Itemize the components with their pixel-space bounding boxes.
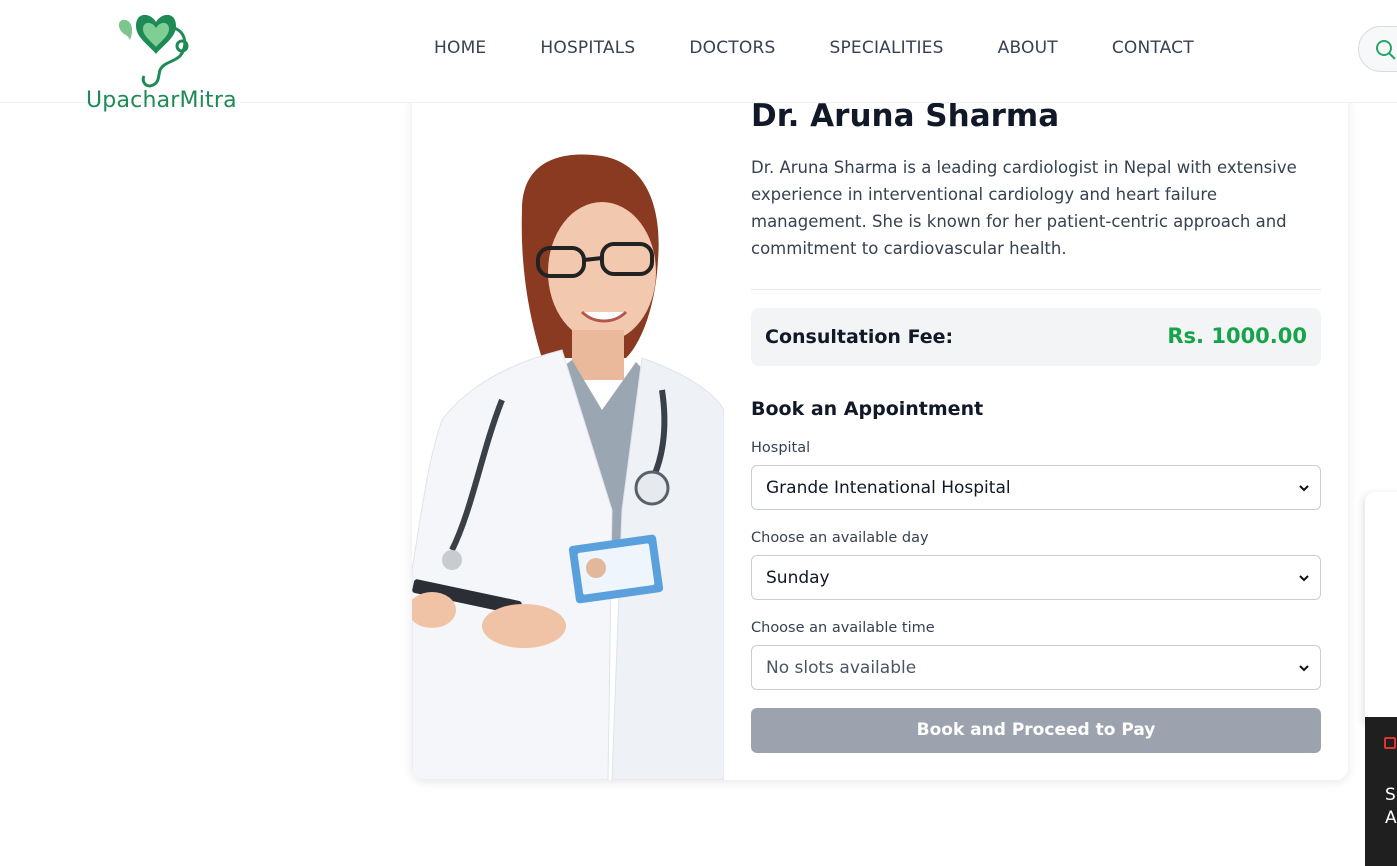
nav-contact[interactable]: CONTACT: [1112, 38, 1194, 58]
doctor-detail-card: Dr. Aruna Sharma Dr. Aruna Sharma is a l…: [412, 90, 1348, 780]
nav-hospitals[interactable]: HOSPITALS: [540, 38, 635, 58]
nav-home[interactable]: HOME: [434, 38, 486, 58]
side-chat-widget[interactable]: [1365, 492, 1397, 722]
search-button[interactable]: [1358, 26, 1397, 72]
day-select-value: Sunday: [766, 568, 830, 588]
nav-specialities[interactable]: SPECIALITIES: [829, 38, 943, 58]
fee-value: Rs. 1000.00: [1167, 324, 1307, 348]
chevron-down-icon: [1299, 665, 1309, 672]
side-notification-panel[interactable]: S A: [1365, 717, 1397, 866]
side-text-line2: A: [1385, 808, 1397, 828]
nav-about[interactable]: ABOUT: [998, 38, 1058, 58]
hospital-select-value: Grande Intenational Hospital: [766, 478, 1011, 498]
side-text-line1: S: [1385, 785, 1396, 805]
doctor-portrait-image: [412, 90, 725, 780]
fee-label: Consultation Fee:: [765, 326, 954, 348]
site-header: UpacharMitra HOME HOSPITALS DOCTORS SPEC…: [0, 0, 1397, 113]
hospital-label: Hospital: [751, 440, 811, 456]
chevron-down-icon: [1299, 485, 1309, 492]
search-icon: [1376, 40, 1396, 60]
divider: [751, 289, 1321, 290]
time-select[interactable]: No slots available: [751, 645, 1321, 690]
time-select-value: No slots available: [766, 658, 917, 678]
calendar-icon: [1384, 737, 1396, 749]
book-and-pay-button[interactable]: Book and Proceed to Pay: [751, 708, 1321, 753]
time-label: Choose an available time: [751, 620, 935, 636]
doctor-name: Dr. Aruna Sharma: [751, 98, 1060, 134]
day-label: Choose an available day: [751, 530, 929, 546]
chevron-down-icon: [1299, 575, 1309, 582]
booking-title: Book an Appointment: [751, 398, 984, 420]
hospital-select[interactable]: Grande Intenational Hospital: [751, 465, 1321, 510]
nav-doctors[interactable]: DOCTORS: [689, 38, 775, 58]
main-nav: HOME HOSPITALS DOCTORS SPECIALITIES ABOU…: [434, 38, 1248, 58]
consultation-fee-box: Consultation Fee: Rs. 1000.00: [751, 308, 1321, 366]
heart-stethoscope-logo-icon: [118, 14, 189, 88]
brand-name: UpacharMitra: [86, 88, 237, 113]
doctor-photo: [412, 90, 725, 780]
doctor-bio: Dr. Aruna Sharma is a leading cardiologi…: [751, 158, 1297, 258]
brand-logo[interactable]: UpacharMitra: [86, 6, 246, 116]
day-select[interactable]: Sunday: [751, 555, 1321, 600]
